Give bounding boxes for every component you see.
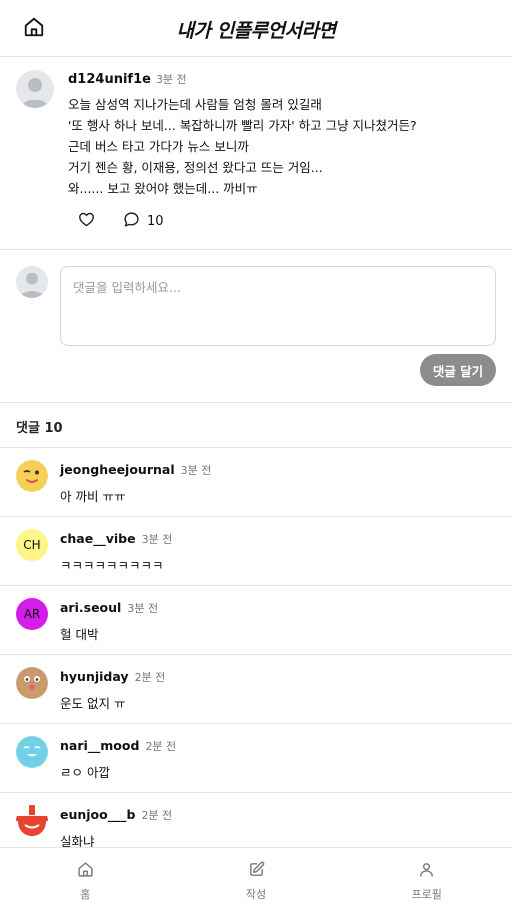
comment-author[interactable]: chae__vibe 3분 전: [60, 531, 172, 547]
comment-time: 2분 전: [145, 740, 177, 753]
comment-author-name: chae__vibe: [60, 531, 136, 546]
my-avatar: [16, 266, 48, 298]
post-line: 오늘 삼성역 지나가는데 사람들 엄청 몰려 있길래: [68, 97, 322, 112]
comment-item: eunjoo___b 2분 전 실화냐: [0, 793, 512, 847]
like-button[interactable]: [78, 211, 95, 232]
comment-text: 헐 대박: [60, 627, 99, 642]
red-face-avatar-icon[interactable]: [16, 805, 48, 837]
comment-item: hyunjiday 2분 전 운도 없지 ㅠ: [0, 655, 512, 724]
comment-time: 3분 전: [141, 533, 173, 546]
comment-item: CH chae__vibe 3분 전 ㅋㅋㅋㅋㅋㅋㅋㅋㅋ: [0, 517, 512, 586]
comment-bubble-icon: [123, 211, 140, 232]
comment-avatar[interactable]: CH: [16, 529, 48, 561]
post-line: '또 행사 하나 보네... 복잡하니까 빨리 가자' 하고 그냥 지나쳤거든?: [68, 118, 417, 133]
comment-author-name: eunjoo___b: [60, 807, 136, 822]
avatar-initials: CH: [23, 538, 41, 552]
comments-count-label: 댓글 10: [16, 421, 63, 436]
comment-avatar[interactable]: AR: [16, 598, 48, 630]
avatar-initials: AR: [23, 607, 41, 621]
post-card: d124unif1e 3분 전 오늘 삼성역 지나가는데 사람들 엄청 몰려 있길…: [0, 57, 512, 250]
comment-author[interactable]: jeongheejournal 3분 전: [60, 462, 211, 478]
comment-item: nari__mood 2분 전 ㄹㅇ 아깝: [0, 724, 512, 793]
post-actions: 10: [78, 211, 164, 232]
nav-home-label: 홈: [80, 888, 91, 901]
comment-author-name: hyunjiday: [60, 669, 129, 684]
tan-face-avatar-icon[interactable]: [16, 667, 48, 699]
post-line: 거기 젠슨 황, 이재용, 정의선 왔다고 뜨는 거임...: [68, 160, 323, 175]
comment-time: 3분 전: [180, 464, 212, 477]
post-author-name: d124unif1e: [68, 72, 151, 87]
comment-text: 아 까비 ㅠㅠ: [60, 489, 126, 504]
edit-icon: [248, 861, 265, 882]
comment-count-button[interactable]: 10: [123, 211, 164, 232]
comments-header: 댓글 10: [0, 403, 512, 448]
heart-icon: [78, 211, 95, 232]
post-author-avatar: [16, 70, 54, 108]
comment-time: 2분 전: [134, 671, 166, 684]
home-icon: [77, 861, 94, 882]
comment-time: 2분 전: [141, 809, 173, 822]
comment-text: ㄹㅇ 아깝: [60, 765, 110, 780]
nav-write[interactable]: 작성: [171, 848, 342, 910]
submit-comment-button[interactable]: 댓글 달기: [420, 354, 496, 386]
comment-item: AR ari.seoul 3분 전 헐 대박: [0, 586, 512, 655]
cyan-face-avatar-icon[interactable]: [16, 736, 48, 768]
comment-text: ㅋㅋㅋㅋㅋㅋㅋㅋㅋ: [60, 558, 164, 573]
nav-profile-label: 프로필: [411, 888, 442, 901]
comment-author[interactable]: ari.seoul 3분 전: [60, 600, 158, 616]
comment-author-name: ari.seoul: [60, 600, 122, 615]
comment-author-name: jeongheejournal: [60, 462, 175, 477]
comment-count: 10: [147, 214, 164, 229]
comment-text: 운도 없지 ㅠ: [60, 696, 126, 711]
app-header: 내가 인플루언서라면: [0, 0, 512, 57]
page-title: 내가 인플루언서라면: [176, 20, 336, 42]
nav-write-label: 작성: [245, 888, 267, 901]
comment-input[interactable]: [60, 266, 496, 346]
comment-author-name: nari__mood: [60, 738, 140, 753]
nav-profile[interactable]: 프로필: [341, 848, 512, 910]
comment-time: 3분 전: [127, 602, 159, 615]
comment-author[interactable]: nari__mood 2분 전: [60, 738, 176, 754]
nav-home[interactable]: 홈: [0, 848, 171, 910]
bottom-nav: 홈 작성 프로필: [0, 847, 512, 910]
user-icon: [418, 861, 435, 882]
comment-author[interactable]: hyunjiday 2분 전: [60, 669, 165, 685]
post-body: 오늘 삼성역 지나가는데 사람들 엄청 몰려 있길래 '또 행사 하나 보네..…: [68, 94, 498, 199]
comment-composer: 댓글 달기: [0, 250, 512, 403]
post-line: 와...... 보고 왔어야 했는데... 까비ㅠ: [68, 181, 258, 196]
post-time: 3분 전: [155, 73, 187, 86]
comment-item: jeongheejournal 3분 전 아 까비 ㅠㅠ: [0, 448, 512, 517]
wink-face-avatar-icon[interactable]: [16, 460, 48, 492]
post-line: 근데 버스 타고 가다가 뉴스 보니까: [68, 139, 249, 154]
comment-list: jeongheejournal 3분 전 아 까비 ㅠㅠ CH chae__vib…: [0, 448, 512, 847]
post-author[interactable]: d124unif1e 3분 전: [68, 71, 187, 87]
comment-author[interactable]: eunjoo___b 2분 전: [60, 807, 172, 823]
comment-text: 실화냐: [60, 834, 95, 847]
